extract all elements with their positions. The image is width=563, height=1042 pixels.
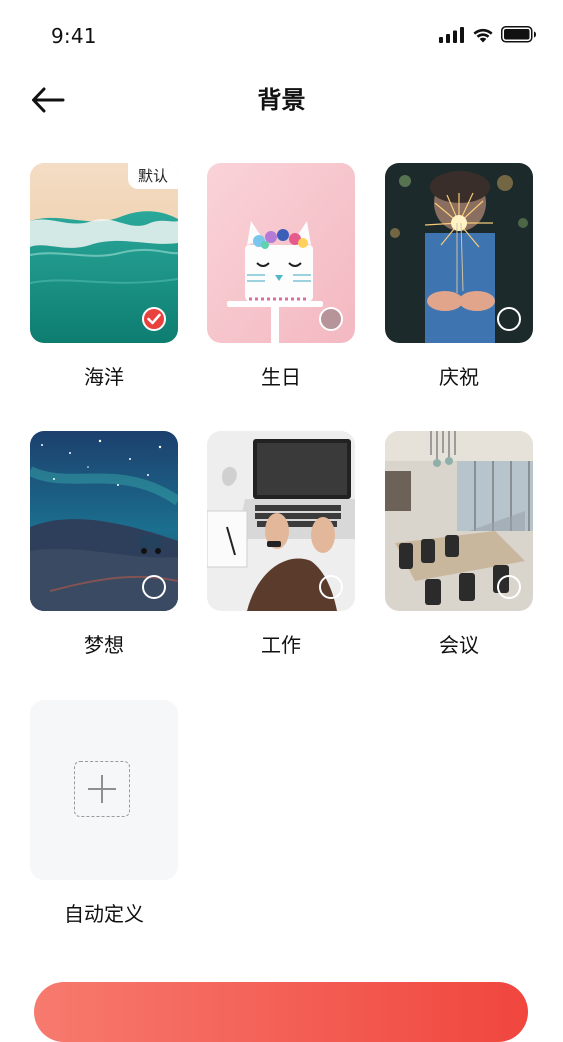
signal-icon <box>439 26 464 43</box>
wifi-icon <box>473 28 493 42</box>
unselected-radio-icon[interactable] <box>142 575 166 599</box>
custom-background-option[interactable]: 自动定义 <box>30 700 178 928</box>
battery-icon <box>501 26 536 43</box>
background-option-work[interactable]: 工作 <box>207 431 355 659</box>
custom-background-label: 自动定义 <box>64 902 144 926</box>
plus-icon <box>88 775 116 803</box>
background-label: 庆祝 <box>439 365 479 389</box>
unselected-radio-icon[interactable] <box>497 307 521 331</box>
meeting-thumbnail <box>385 431 533 611</box>
background-option-celebration[interactable]: 庆祝 <box>385 163 533 391</box>
background-label: 生日 <box>261 365 301 389</box>
unselected-radio-icon[interactable] <box>319 307 343 331</box>
status-time: 9:41 <box>51 24 97 48</box>
nav-bar: 背景 <box>0 72 563 128</box>
background-option-birthday[interactable]: 生日 <box>207 163 355 391</box>
add-frame <box>74 761 130 817</box>
confirm-button[interactable] <box>34 982 528 1042</box>
background-option-meeting[interactable]: 会议 <box>385 431 533 659</box>
background-option-dream[interactable]: 梦想 <box>30 431 178 659</box>
status-bar: 9:41 <box>0 0 563 72</box>
page-title: 背景 <box>257 86 306 114</box>
status-icons <box>439 26 537 43</box>
ocean-thumbnail: 默认 <box>30 163 178 343</box>
background-label: 梦想 <box>84 633 124 657</box>
custom-background-box[interactable] <box>30 700 178 880</box>
work-thumbnail <box>207 431 355 611</box>
unselected-radio-icon[interactable] <box>319 575 343 599</box>
celebration-thumbnail <box>385 163 533 343</box>
selected-check-icon[interactable] <box>142 307 166 331</box>
background-option-ocean[interactable]: 默认 海洋 <box>30 163 178 391</box>
default-badge: 默认 <box>127 163 178 189</box>
background-label: 工作 <box>261 633 301 657</box>
unselected-radio-icon[interactable] <box>497 575 521 599</box>
dream-thumbnail <box>30 431 178 611</box>
birthday-thumbnail <box>207 163 355 343</box>
background-label: 海洋 <box>84 365 124 389</box>
background-label: 会议 <box>439 633 479 657</box>
checkmark-icon <box>147 313 161 325</box>
